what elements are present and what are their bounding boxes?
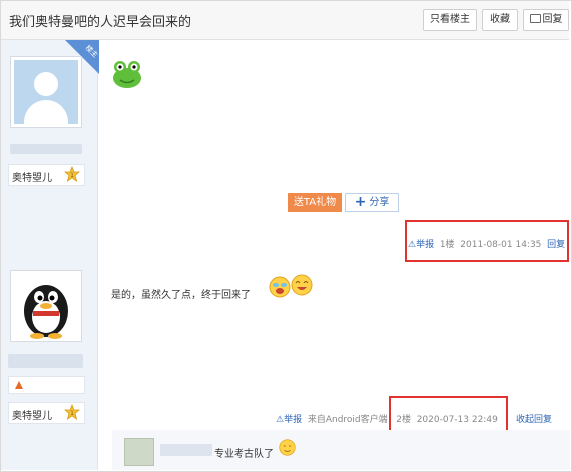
send-gift-button[interactable]: 送TA礼物 [288,193,342,212]
author-name-box-1[interactable]: 奥特曌儿 1 [8,164,85,186]
author-sidebar: 楼主 奥特曌儿 1 奥特曌儿 1 [1,40,99,470]
avatar-1[interactable] [10,56,82,128]
level-badge-icon: 1 [64,404,80,420]
author-name-box-2[interactable]: 奥特曌儿 1 [8,402,85,424]
post-2-content: 是的，虽然久了点，终于回来了 [111,290,251,301]
frog-emoji-icon [113,61,141,88]
blurred-info [10,144,82,154]
sweat-emoji-icon [279,439,296,456]
avatar-2[interactable] [10,270,82,342]
penguin-avatar [24,285,68,339]
sub-reply-avatar[interactable] [124,438,154,466]
sub-reply: 专业考古队了 [112,430,570,470]
thread-title: 我们奥特曼吧的人迟早会回来的 [9,15,192,30]
laughing-emoji-icon [291,274,313,296]
reply-button-label: 回复 [542,14,563,25]
blurred-username [160,444,212,456]
share-label: 分享 [369,197,390,208]
sub-reply-text: 专业考古队了 [214,449,274,460]
author-name: 奥特曌儿 [12,411,52,422]
only-op-button[interactable]: 只看楼主 [423,9,477,31]
crying-emoji-icon [269,276,291,298]
collapse-reply-link[interactable]: 收起回复 [516,412,552,425]
thread-header: 我们奥特曼吧的人迟早会回来的 只看楼主 收藏 回复 [1,1,569,40]
warning-icon: ⚠ [276,415,285,425]
level-badge-icon: 1 [64,166,80,182]
reply-button[interactable]: 回复 [523,9,569,31]
svg-text:1: 1 [70,172,74,179]
plus-icon: + [354,194,367,210]
blurred-info [8,354,83,368]
highlight-box-1 [405,220,569,262]
favorite-button[interactable]: 收藏 [482,9,518,31]
medal-row [8,376,85,394]
medal-icon [15,381,23,389]
comment-icon [529,14,541,23]
share-button[interactable]: + 分享 [345,193,399,212]
post-source: 来自Android客户端 [307,415,388,425]
author-name: 奥特曌儿 [12,173,52,184]
svg-text:1: 1 [70,410,74,417]
report-link[interactable]: 举报 [284,415,302,425]
